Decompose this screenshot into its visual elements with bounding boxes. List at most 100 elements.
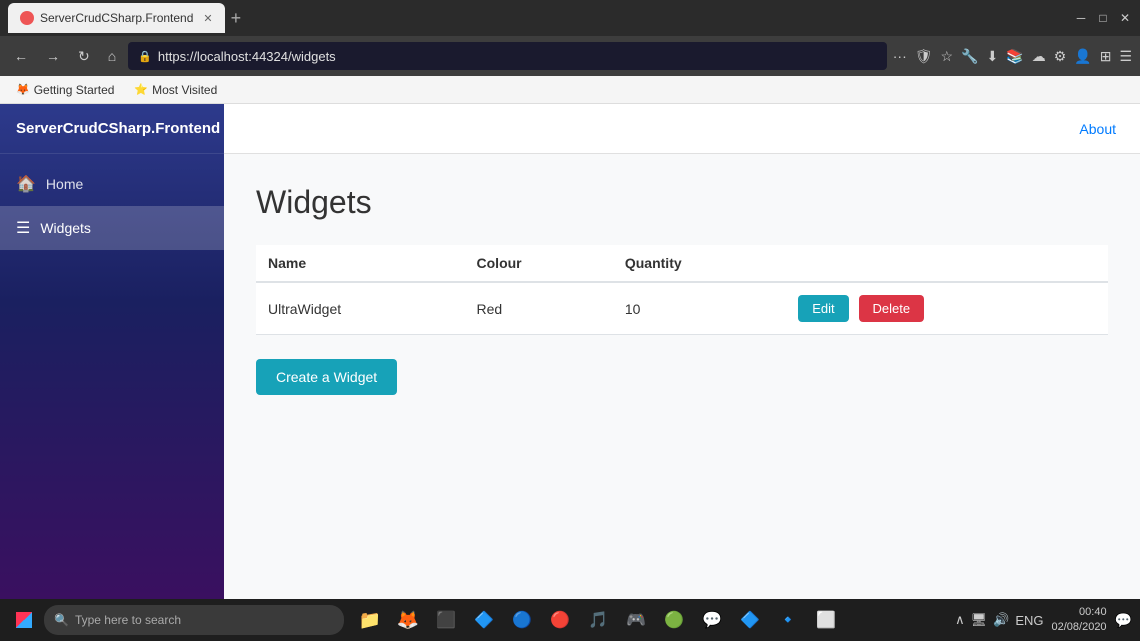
tray-chevron-icon[interactable]: ∧	[955, 612, 965, 628]
taskbar-app7[interactable]: 🔷	[732, 602, 768, 638]
app6-icon: 🟢	[664, 610, 684, 630]
notification-icon[interactable]: 💬	[1115, 612, 1132, 629]
clock-time: 00:40	[1052, 605, 1107, 620]
app-header: About	[224, 104, 1140, 154]
tab-bar: ServerCrudCSharp.Frontend ✕ +	[8, 3, 1070, 33]
new-tab-button[interactable]: +	[231, 8, 242, 29]
address-text: https://localhost:44324/widgets	[158, 49, 336, 64]
page-title: Widgets	[256, 184, 1108, 221]
browser-titlebar: ServerCrudCSharp.Frontend ✕ + ─ □ ✕	[0, 0, 1140, 36]
windows-logo-icon	[16, 612, 32, 628]
address-bar[interactable]: 🔒 https://localhost:44324/widgets	[128, 42, 887, 70]
start-button[interactable]	[8, 604, 40, 636]
system-tray: ∧ 🖥 🔊 ENG 00:40 02/08/2020 💬	[955, 605, 1132, 636]
edit-button[interactable]: Edit	[798, 295, 848, 322]
taskbar-vscode-app[interactable]: 🔵	[504, 602, 540, 638]
taskbar-search-bar[interactable]: 🔍 Type here to search	[44, 605, 344, 635]
home-icon: 🏠	[16, 174, 36, 194]
spotify-icon: 🎵	[588, 610, 608, 630]
download-icon[interactable]: ⬇	[987, 48, 999, 65]
widget-colour: Red	[465, 282, 613, 335]
widgets-table: Name Colour Quantity UltraWidget Red 10 …	[256, 245, 1108, 335]
taskbar-apps: 📁 🦊 ⬛ 🔷 🔵 🔴 🎵 🎮 🟢 💬 🔷	[352, 602, 844, 638]
lock-icon: 🔒	[138, 50, 152, 63]
bookmark-getting-started[interactable]: 🦊 Getting Started	[8, 81, 122, 99]
widget-actions: Edit Delete	[786, 282, 1108, 335]
forward-button[interactable]: →	[40, 44, 66, 68]
firefox-bookmark-icon: 🦊	[16, 83, 30, 96]
widget-name: UltraWidget	[256, 282, 465, 335]
tray-lang-label: ENG	[1015, 613, 1043, 628]
tab-favicon	[20, 11, 34, 25]
about-link[interactable]: About	[1079, 121, 1116, 137]
sidebar-home-label: Home	[46, 176, 83, 192]
clock-date: 02/08/2020	[1052, 620, 1107, 635]
tools-icon[interactable]: 🔧	[961, 48, 978, 65]
tab-close-btn[interactable]: ✕	[203, 12, 212, 25]
taskbar-steam-app[interactable]: 🎮	[618, 602, 654, 638]
bookmarks-bar: 🦊 Getting Started ⭐ Most Visited	[0, 76, 1140, 104]
maximize-button[interactable]: □	[1096, 11, 1110, 25]
active-tab[interactable]: ServerCrudCSharp.Frontend ✕	[8, 3, 225, 33]
settings-icon[interactable]: ⚙	[1054, 48, 1067, 65]
sidebar-item-widgets[interactable]: ☰ Widgets	[0, 206, 224, 250]
terminal-icon: ⬛	[436, 610, 456, 630]
star-icon[interactable]: ☆	[941, 48, 954, 65]
sync-icon[interactable]: ☁	[1032, 48, 1046, 65]
tab-title: ServerCrudCSharp.Frontend	[40, 11, 193, 25]
delete-button[interactable]: Delete	[859, 295, 925, 322]
vs2-icon: 🔹	[778, 610, 798, 630]
systray-icons: ∧ 🖥 🔊 ENG	[955, 612, 1043, 628]
star-bookmark-icon: ⭐	[134, 83, 148, 96]
visual-studio-icon: 🔷	[474, 610, 494, 630]
app8-icon: ⬜	[816, 610, 836, 630]
col-header-actions	[786, 245, 1108, 282]
bookmark-getting-started-label: Getting Started	[34, 83, 115, 97]
grid-icon[interactable]: ⊞	[1100, 48, 1112, 65]
taskbar-files-app[interactable]: 📁	[352, 602, 388, 638]
browser-navbar: ← → ↻ ⌂ 🔒 https://localhost:44324/widget…	[0, 36, 1140, 76]
sidebar-widgets-label: Widgets	[40, 220, 91, 236]
taskbar-terminal-app[interactable]: ⬛	[428, 602, 464, 638]
refresh-button[interactable]: ↻	[72, 44, 96, 69]
window-controls: ─ □ ✕	[1074, 11, 1132, 25]
vscode-icon: 🔵	[512, 610, 532, 630]
taskbar-vs-app[interactable]: 🔷	[466, 602, 502, 638]
home-button[interactable]: ⌂	[102, 44, 122, 68]
col-header-name: Name	[256, 245, 465, 282]
taskbar-spotify-app[interactable]: 🎵	[580, 602, 616, 638]
close-button[interactable]: ✕	[1118, 11, 1132, 25]
taskbar-app8[interactable]: ⬜	[808, 602, 844, 638]
minimize-button[interactable]: ─	[1074, 11, 1088, 25]
sidebar: ServerCrudCSharp.Frontend 🏠 Home ☰ Widge…	[0, 104, 224, 599]
search-placeholder: Type here to search	[75, 613, 181, 627]
create-widget-button[interactable]: Create a Widget	[256, 359, 397, 395]
main-content: Widgets Name Colour Quantity UltraWidget…	[224, 154, 1140, 599]
taskbar: 🔍 Type here to search 📁 🦊 ⬛ 🔷 🔵 🔴 🎵 🎮 🟢	[0, 599, 1140, 641]
widget-quantity: 10	[613, 282, 786, 335]
widgets-icon: ☰	[16, 218, 30, 238]
sidebar-item-home[interactable]: 🏠 Home	[0, 162, 224, 206]
clock: 00:40 02/08/2020	[1052, 605, 1107, 636]
more-icon[interactable]: ···	[893, 48, 907, 64]
profile-icon[interactable]: 👤	[1074, 48, 1091, 65]
app-container: ServerCrudCSharp.Frontend 🏠 Home ☰ Widge…	[0, 104, 1140, 599]
table-row: UltraWidget Red 10 Edit Delete	[256, 282, 1108, 335]
bookmark-most-visited[interactable]: ⭐ Most Visited	[126, 81, 225, 99]
taskbar-vs2-app[interactable]: 🔹	[770, 602, 806, 638]
bookmark-most-visited-label: Most Visited	[152, 83, 217, 97]
steam-icon: 🎮	[626, 610, 646, 630]
taskbar-firefox-app[interactable]: 🦊	[390, 602, 426, 638]
taskbar-app6[interactable]: 🟢	[656, 602, 692, 638]
library-icon[interactable]: 📚	[1006, 48, 1023, 65]
sidebar-brand: ServerCrudCSharp.Frontend	[0, 104, 224, 154]
menu-icon[interactable]: ☰	[1119, 48, 1132, 65]
taskbar-app5[interactable]: 🔴	[542, 602, 578, 638]
shield-icon[interactable]: 🛡	[915, 48, 933, 65]
sidebar-nav: 🏠 Home ☰ Widgets	[0, 154, 224, 258]
back-button[interactable]: ←	[8, 44, 34, 68]
taskbar-whatsapp-app[interactable]: 💬	[694, 602, 730, 638]
firefox-icon: 🦊	[397, 610, 419, 631]
app7-icon: 🔷	[740, 610, 760, 630]
folder-icon: 📁	[359, 610, 381, 631]
